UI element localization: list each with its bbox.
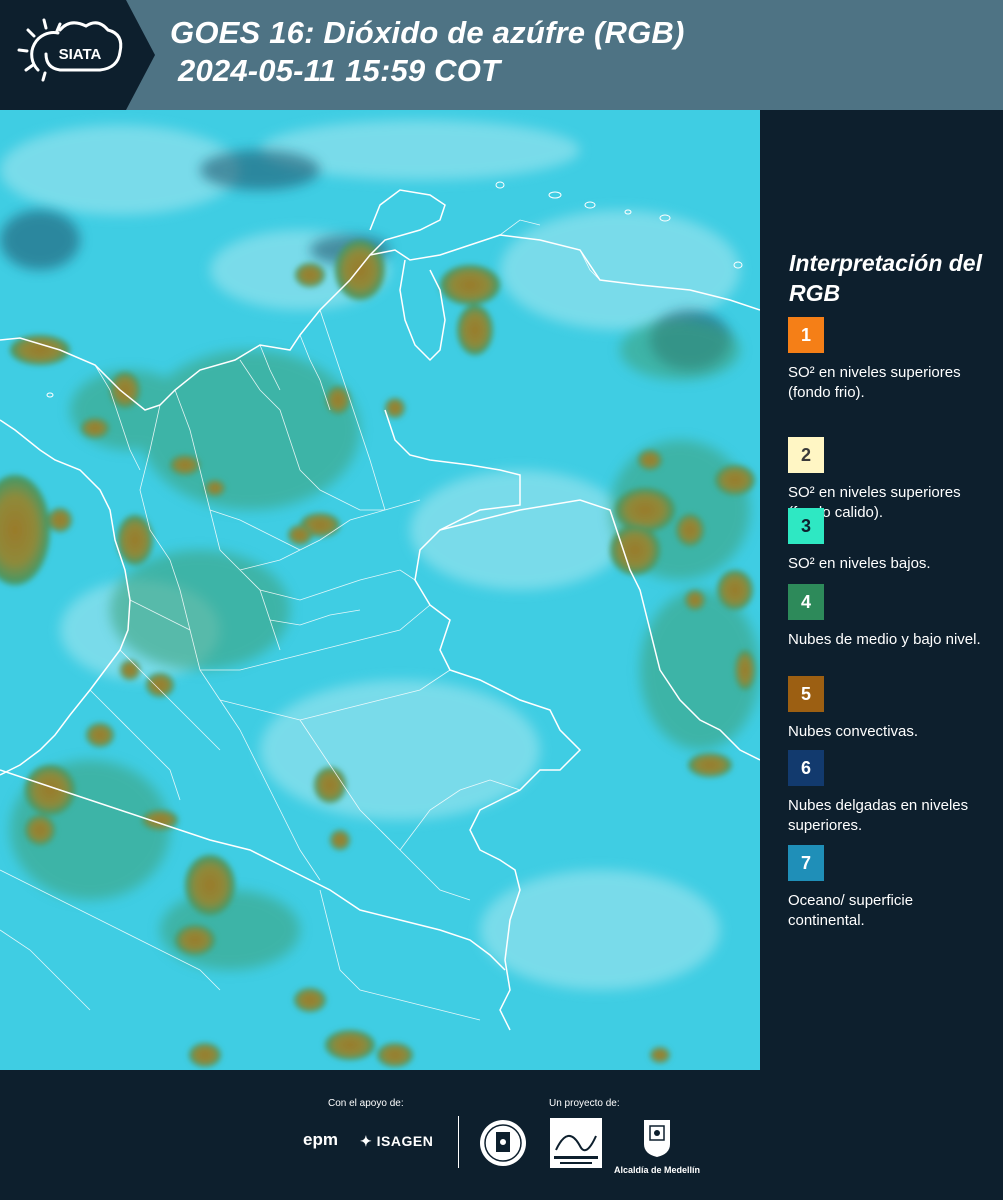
area-metropolitana-logo bbox=[550, 1118, 602, 1173]
legend-item: 7 Oceano/ superficie continental. bbox=[788, 845, 993, 931]
alcaldia-logo: Alcaldía de Medellín bbox=[612, 1118, 702, 1175]
legend-swatch: 7 bbox=[788, 845, 824, 881]
legend-label: Nubes de medio y bajo nivel. bbox=[788, 631, 981, 648]
legend-swatch: 1 bbox=[788, 317, 824, 353]
legend-swatch: 6 bbox=[788, 750, 824, 786]
title-line-2: 2024-05-11 15:59 COT bbox=[178, 53, 501, 88]
siata-logo-text: SIATA bbox=[59, 46, 102, 63]
legend-swatch: 2 bbox=[788, 437, 824, 473]
page-title: GOES 16: Dióxido de azúfre (RGB) 2024-05… bbox=[170, 14, 685, 90]
legend-item: 4 Nubes de medio y bajo nivel. bbox=[788, 584, 993, 650]
project-label: Un proyecto de: bbox=[549, 1098, 620, 1109]
alcaldia-shield-icon bbox=[644, 1120, 670, 1157]
isagen-logo: ✦ ISAGEN bbox=[360, 1133, 433, 1150]
legend-label: Nubes delgadas en niveles superiores. bbox=[788, 797, 969, 834]
epm-logo: epm bbox=[303, 1130, 338, 1149]
siata-logo: SIATA bbox=[0, 0, 160, 110]
legend-item: 1 SO² en niveles superiores (fondo frio). bbox=[788, 317, 993, 403]
title-line-1: GOES 16: Dióxido de azúfre (RGB) bbox=[170, 15, 685, 50]
header-bar: SIATA GOES 16: Dióxido de azúfre (RGB) 2… bbox=[0, 0, 1003, 110]
footer: Con el apoyo de: Un proyecto de: epm ✦ I… bbox=[0, 1070, 1003, 1200]
satellite-map bbox=[0, 110, 760, 1070]
legend-item: 6 Nubes delgadas en niveles superiores. bbox=[788, 750, 993, 836]
legend-swatch: 3 bbox=[788, 508, 824, 544]
legend-swatch: 4 bbox=[788, 584, 824, 620]
legend-item: 3 SO² en niveles bajos. bbox=[788, 508, 993, 574]
alcaldia-label: Alcaldía de Medellín bbox=[613, 1165, 701, 1175]
footer-divider bbox=[458, 1116, 459, 1168]
legend-label: SO² en niveles superiores (fondo frio). bbox=[788, 364, 961, 401]
isagen-logo-text: ISAGEN bbox=[376, 1133, 434, 1149]
legend-label: Nubes convectivas. bbox=[788, 723, 919, 740]
legend-panel: Interpretación del RGB 1 SO² en niveles s… bbox=[760, 110, 1003, 1070]
legend-item: 5 Nubes convectivas. bbox=[788, 676, 993, 742]
legend-label: SO² en niveles bajos. bbox=[788, 555, 931, 572]
legend-label: Oceano/ superficie continental. bbox=[788, 892, 914, 929]
isagen-star-icon: ✦ bbox=[360, 1133, 373, 1149]
legend-title: Interpretación del RGB bbox=[789, 250, 982, 306]
support-label: Con el apoyo de: bbox=[328, 1098, 404, 1109]
medellin-seal-icon bbox=[478, 1118, 528, 1173]
legend-swatch: 5 bbox=[788, 676, 824, 712]
